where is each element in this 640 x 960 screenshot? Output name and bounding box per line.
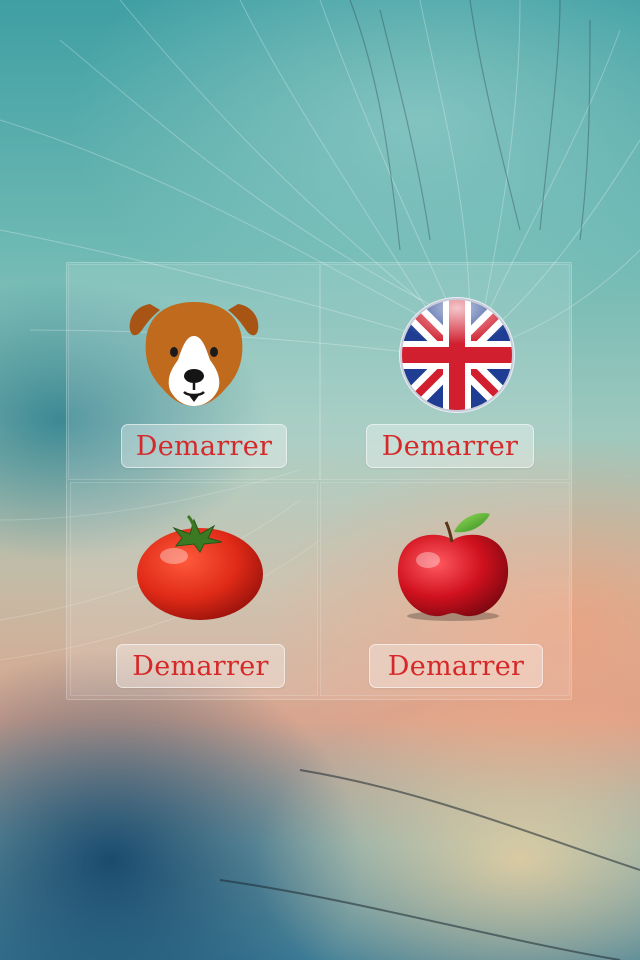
tomato-icon[interactable] [134,512,266,622]
apple-icon[interactable] [390,510,516,622]
start-button-tomato[interactable]: Demarrer [116,644,285,688]
start-button-apple[interactable]: Demarrer [369,644,543,688]
dog-face-icon[interactable] [126,296,262,410]
start-button-dog[interactable]: Demarrer [121,424,287,468]
uk-flag-icon[interactable] [398,296,516,414]
start-button-english[interactable]: Demarrer [366,424,534,468]
